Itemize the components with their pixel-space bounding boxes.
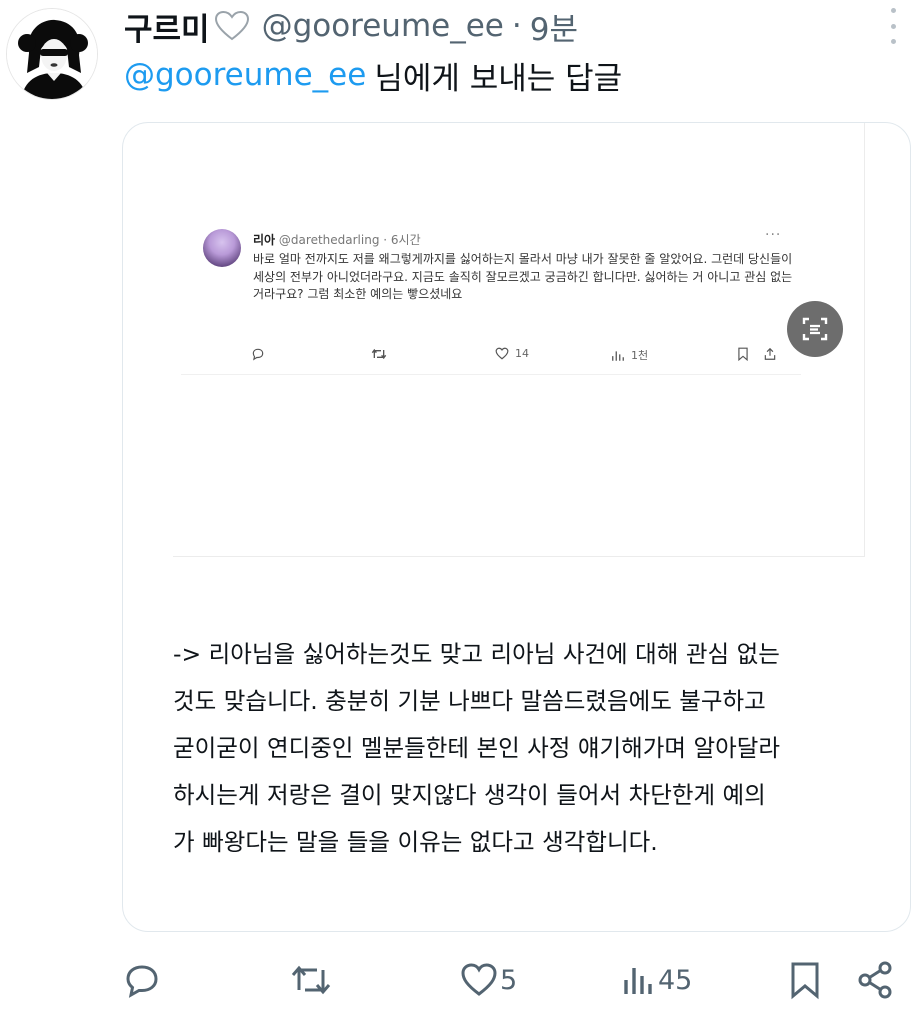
reply-context-label: 님에게 보내는 답글 <box>374 60 623 97</box>
reply-context: @gooreume_ee 님에게 보내는 답글 <box>124 50 622 100</box>
quoted-separator: · <box>383 233 388 247</box>
quoted-handle: @darethedarling <box>278 233 380 247</box>
tweet-action-bar: 5 45 <box>0 952 911 1008</box>
tweet-body-line: 하시는게 저랑은 결이 맞지않다 생각이 들어서 차단한게 예의 <box>173 781 766 809</box>
user-handle[interactable]: @gooreume_ee <box>262 8 504 44</box>
separator-dot: · <box>511 8 522 44</box>
quoted-action-bar: 14 1천 <box>251 347 791 367</box>
bookmark-button[interactable] <box>788 952 822 1008</box>
quoted-views: 1천 <box>611 347 648 363</box>
retweet-button[interactable] <box>289 952 333 1008</box>
tweet-body-line: 가 빠왕다는 말을 들을 이유는 없다고 생각합니다. <box>173 828 658 856</box>
reply-handle-link[interactable]: @gooreume_ee <box>124 57 366 93</box>
quoted-display-name: 리아 <box>253 233 276 247</box>
tweet-body-line: 굳이굳이 연디중인 멜분들한테 본인 사정 얘기해가며 알아달라 <box>173 734 780 762</box>
text-scan-icon[interactable] <box>787 301 843 357</box>
more-options-icon[interactable] <box>883 8 903 44</box>
tweet-body-line: 것도 맞습니다. 충분히 기분 나쁘다 말씀드렸음에도 불구하고 <box>173 687 766 715</box>
quoted-retweet-icon <box>371 347 387 361</box>
quoted-view-count: 1천 <box>631 349 649 362</box>
bookmark-icon <box>791 962 819 1000</box>
quoted-like-count: 14 <box>515 347 529 360</box>
quoted-text: 바로 얼마 전까지도 저를 왜그렇게까지를 싫어하는지 몰라서 마냥 내가 잘못… <box>253 252 793 301</box>
heart-emoji-icon <box>214 10 249 41</box>
quoted-timestamp: 6시간 <box>390 233 421 247</box>
display-name[interactable]: 구르미 <box>124 4 210 49</box>
like-icon <box>461 963 497 996</box>
quoted-like: 14 <box>495 347 529 360</box>
retweet-icon <box>291 965 331 995</box>
view-count: 45 <box>658 964 693 996</box>
like-count: 5 <box>500 964 518 996</box>
quoted-header: 리아 @darethedarling · 6시간 <box>253 231 421 248</box>
quoted-share-icon <box>763 347 777 361</box>
attached-screenshot[interactable]: 리아 @darethedarling · 6시간 ··· 바로 얼마 전까지도 … <box>173 123 865 557</box>
views-button[interactable]: 45 <box>622 952 692 1008</box>
tweet-body-line: -> 리아님을 싫어하는것도 맞고 리아님 사건에 대해 관심 없는 <box>173 640 780 668</box>
quoted-like-icon <box>495 347 509 360</box>
views-icon <box>624 968 652 994</box>
quoted-bookmark-icon <box>737 347 749 361</box>
reply-button[interactable] <box>122 952 162 1008</box>
share-icon <box>858 961 892 999</box>
tweet-content-card: 리아 @darethedarling · 6시간 ··· 바로 얼마 전까지도 … <box>122 122 911 932</box>
tweet-header: 구르미 @gooreume_ee · 9분 <box>124 2 578 50</box>
timestamp[interactable]: 9분 <box>530 4 578 49</box>
quoted-more-icon: ··· <box>765 227 782 243</box>
avatar[interactable] <box>6 8 98 100</box>
quoted-avatar <box>203 229 241 267</box>
quoted-reply-icon <box>251 347 265 361</box>
like-button[interactable]: 5 <box>460 952 517 1008</box>
quoted-views-icon <box>612 350 624 361</box>
quoted-tweet-image: 리아 @darethedarling · 6시간 ··· 바로 얼마 전까지도 … <box>181 213 801 375</box>
share-button[interactable] <box>855 952 895 1008</box>
tweet-body-text: -> 리아님을 싫어하는것도 맞고 리아님 사건에 대해 관심 없는 것도 맞습… <box>173 631 873 866</box>
reply-icon <box>126 965 158 998</box>
